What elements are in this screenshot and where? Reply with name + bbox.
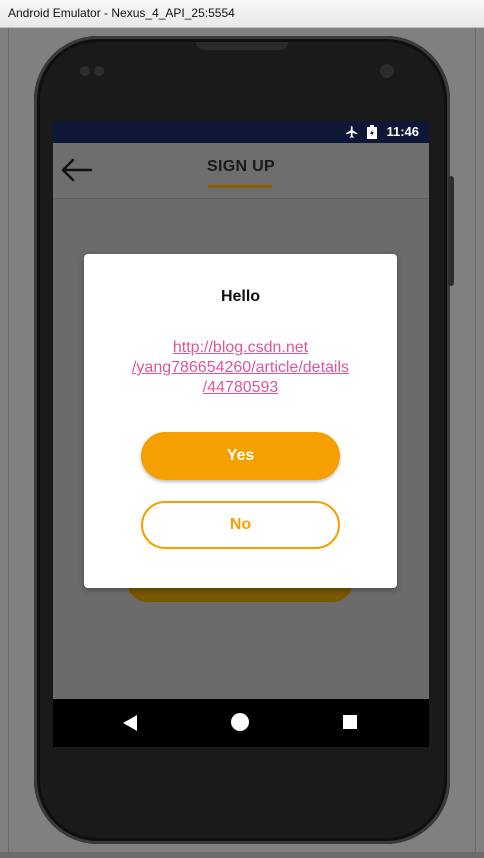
nav-home-icon[interactable]	[231, 713, 249, 731]
light-sensor	[94, 66, 104, 76]
dialog-title: Hello	[220, 288, 261, 305]
window-frame-right	[475, 28, 484, 858]
dialog-link-line[interactable]: /yang786654260/article/details	[100, 358, 381, 378]
dialog-link-line[interactable]: /44780593	[100, 378, 381, 398]
alert-dialog: Hello http://blog.csdn.net /yang78665426…	[84, 254, 397, 588]
status-time: 11:46	[386, 124, 419, 139]
nav-recent-apps-icon[interactable]	[343, 715, 357, 729]
airplane-mode-icon	[346, 126, 358, 138]
dialog-link[interactable]: http://blog.csdn.net /yang786654260/arti…	[100, 338, 381, 398]
earpiece-speaker	[196, 42, 288, 50]
front-camera	[380, 64, 394, 78]
status-bar: 11:46	[53, 121, 429, 143]
battery-charging-icon	[367, 125, 377, 139]
device-screen: 11:46 SIGN UP Hello http://blog.csdn.net…	[53, 121, 429, 747]
window-title: Android Emulator - Nexus_4_API_25:5554	[8, 6, 235, 20]
title-underline	[208, 185, 272, 188]
page-title: SIGN UP	[207, 158, 275, 175]
dialog-link-line[interactable]: http://blog.csdn.net	[100, 338, 381, 358]
app-toolbar: SIGN UP	[53, 143, 429, 199]
window-frame-bottom	[0, 852, 484, 858]
side-button[interactable]	[448, 176, 454, 286]
proximity-sensor	[80, 66, 90, 76]
window-frame-left	[0, 28, 9, 858]
yes-button[interactable]: Yes	[141, 432, 340, 480]
emulator-title-bar: Android Emulator - Nexus_4_API_25:5554	[0, 0, 484, 28]
no-button[interactable]: No	[141, 501, 340, 549]
navigation-bar	[53, 699, 429, 747]
nav-back-icon[interactable]	[122, 714, 138, 732]
